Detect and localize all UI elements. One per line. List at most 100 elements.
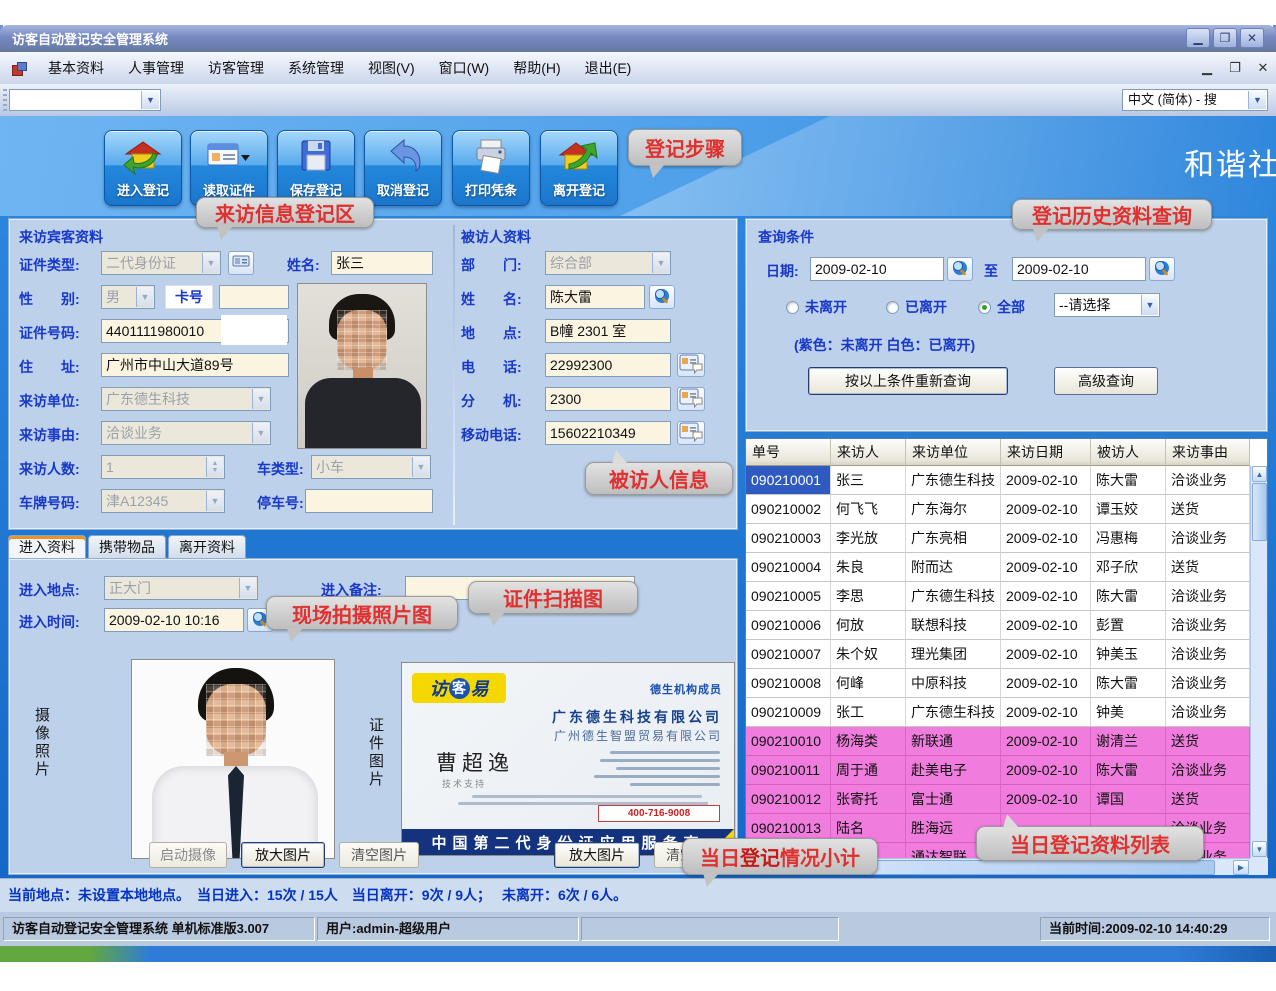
table-cell[interactable]: 谭国 <box>1091 785 1166 814</box>
table-cell[interactable]: 洽谈业务 <box>1166 466 1250 495</box>
mobile-input[interactable]: 15602210349 <box>545 421 671 445</box>
gender-combo[interactable]: 男 ▼ <box>101 285 155 309</box>
chevron-down-icon[interactable]: ▼ <box>206 491 223 511</box>
table-cell[interactable]: 2009-02-10 <box>1001 466 1091 495</box>
zoom-card-button[interactable]: 放大图片 <box>554 842 640 868</box>
chevron-down-icon[interactable]: ▼ <box>202 253 219 273</box>
table-cell[interactable]: 2009-02-10 <box>1001 756 1091 785</box>
table-cell[interactable]: 新联通 <box>906 727 1001 756</box>
table-cell[interactable]: 邓子欣 <box>1091 553 1166 582</box>
title-bar[interactable]: 访客自动登记安全管理系统 ▁ ❐ ✕ <box>0 25 1276 52</box>
table-cell[interactable]: 090210010 <box>746 727 831 756</box>
table-cell[interactable]: 陈大雷 <box>1091 582 1166 611</box>
date-from-input[interactable]: 2009-02-10 <box>810 257 944 281</box>
table-cell[interactable]: 何放 <box>831 611 906 640</box>
table-cell[interactable]: 洽谈业务 <box>1166 698 1250 727</box>
chevron-down-icon[interactable]: ▼ <box>412 457 429 477</box>
table-cell[interactable]: 陈大雷 <box>1091 756 1166 785</box>
table-row[interactable]: 090210008 何峰 中原科技 2009-02-10 陈大雷 洽谈业务 <box>746 669 1250 698</box>
column-header[interactable]: 单号 <box>746 439 831 466</box>
table-cell[interactable]: 2009-02-10 <box>1001 524 1091 553</box>
table-cell[interactable]: 送货 <box>1166 553 1250 582</box>
table-cell[interactable]: 2009-02-10 <box>1001 582 1091 611</box>
table-cell[interactable]: 送货 <box>1166 785 1250 814</box>
table-cell[interactable]: 090210004 <box>746 553 831 582</box>
dial-mobile-button[interactable] <box>677 421 705 445</box>
table-row[interactable]: 090210003 李光放 广东亮相 2009-02-10 冯惠梅 洽谈业务 <box>746 524 1250 553</box>
table-cell[interactable]: 朱个奴 <box>831 640 906 669</box>
menu-view[interactable]: 视图(V) <box>356 53 427 83</box>
cancel-register-button[interactable]: 取消登记 <box>364 130 442 206</box>
table-row[interactable]: 090210002 何飞飞 广东海尔 2009-02-10 谭玉姣 送货 <box>746 495 1250 524</box>
clear-photo-button[interactable]: 清空图片 <box>339 842 419 868</box>
table-cell[interactable]: 张工 <box>831 698 906 727</box>
table-cell[interactable]: 陈大雷 <box>1091 466 1166 495</box>
scroll-up-icon[interactable]: ▲ <box>1252 466 1267 482</box>
table-cell[interactable]: 2009-02-10 <box>1001 669 1091 698</box>
mdi-minimize-button[interactable]: ▁ <box>1196 58 1218 78</box>
vertical-scroll-thumb[interactable] <box>1252 483 1267 541</box>
plate-combo[interactable]: 津A12345 ▼ <box>101 489 225 513</box>
table-cell[interactable]: 中原科技 <box>906 669 1001 698</box>
table-cell[interactable]: 广东德生科技 <box>906 582 1001 611</box>
table-cell[interactable]: 090210005 <box>746 582 831 611</box>
table-cell[interactable]: 洽谈业务 <box>1166 611 1250 640</box>
quick-select-combo[interactable]: ▼ <box>9 89 161 111</box>
menu-system[interactable]: 系统管理 <box>276 53 356 83</box>
table-cell[interactable]: 谢清兰 <box>1091 727 1166 756</box>
table-cell[interactable]: 谭玉姣 <box>1091 495 1166 524</box>
table-row[interactable]: 090210012 张寄托 富士通 2009-02-10 谭国 送货 <box>746 785 1250 814</box>
visited-name-input[interactable]: 陈大雷 <box>545 285 645 309</box>
radio-not-left[interactable]: 未离开 <box>786 297 847 317</box>
tab-entry-data[interactable]: 进入资料 <box>8 535 86 559</box>
date-from-picker-button[interactable] <box>947 257 973 281</box>
date-to-picker-button[interactable] <box>1149 257 1175 281</box>
radio-icon[interactable] <box>886 301 899 314</box>
start-camera-button[interactable]: 启动摄像 <box>149 842 227 868</box>
menu-exit[interactable]: 退出(E) <box>573 53 644 83</box>
table-cell[interactable]: 彭置 <box>1091 611 1166 640</box>
table-cell[interactable]: 附而达 <box>906 553 1001 582</box>
table-cell[interactable]: 洽谈业务 <box>1166 756 1250 785</box>
table-cell[interactable]: 090210001 <box>746 466 831 495</box>
table-row[interactable]: 090210005 李思 广东德生科技 2009-02-10 陈大雷 洽谈业务 <box>746 582 1250 611</box>
column-header[interactable]: 来访人 <box>831 439 906 466</box>
table-cell[interactable]: 090210012 <box>746 785 831 814</box>
phone-input[interactable]: 22992300 <box>545 353 671 377</box>
radio-all[interactable]: 全部 <box>978 297 1025 317</box>
chevron-down-icon[interactable]: ▼ <box>252 389 269 409</box>
table-cell[interactable]: 钟美 <box>1091 698 1166 727</box>
table-cell[interactable]: 张寄托 <box>831 785 906 814</box>
language-combo[interactable]: 中文 (简体) - 搜 ▼ <box>1122 89 1268 111</box>
os-taskbar-strip[interactable] <box>0 946 1276 962</box>
column-header[interactable]: 来访单位 <box>906 439 1001 466</box>
scroll-down-icon[interactable]: ▼ <box>1252 841 1267 857</box>
menu-basic-data[interactable]: 基本资料 <box>36 53 116 83</box>
table-cell[interactable]: 理光集团 <box>906 640 1001 669</box>
table-cell[interactable]: 2009-02-10 <box>1001 727 1091 756</box>
chevron-down-icon[interactable]: ▼ <box>1141 295 1158 315</box>
table-cell[interactable]: 2009-02-10 <box>1001 785 1091 814</box>
chevron-down-icon[interactable]: ▼ <box>252 423 269 443</box>
table-cell[interactable]: 送货 <box>1166 727 1250 756</box>
ext-input[interactable]: 2300 <box>545 387 671 411</box>
table-cell[interactable]: 090210006 <box>746 611 831 640</box>
table-cell[interactable]: 张三 <box>831 466 906 495</box>
toolstrip-grip[interactable] <box>3 89 7 111</box>
table-row[interactable]: 090210006 何放 联想科技 2009-02-10 彭置 洽谈业务 <box>746 611 1250 640</box>
table-cell[interactable]: 何飞飞 <box>831 495 906 524</box>
column-header[interactable]: 来访日期 <box>1001 439 1091 466</box>
table-cell[interactable]: 朱良 <box>831 553 906 582</box>
restore-button[interactable]: ❐ <box>1213 28 1237 48</box>
table-cell[interactable]: 联想科技 <box>906 611 1001 640</box>
menu-help[interactable]: 帮助(H) <box>501 53 572 83</box>
table-row[interactable]: 090210007 朱个奴 理光集团 2009-02-10 钟美玉 洽谈业务 <box>746 640 1250 669</box>
table-cell[interactable]: 2009-02-10 <box>1001 698 1091 727</box>
table-row[interactable]: 090210004 朱良 附而达 2009-02-10 邓子欣 送货 <box>746 553 1250 582</box>
close-button[interactable]: ✕ <box>1240 28 1264 48</box>
table-row[interactable]: 090210011 周于通 赴美电子 2009-02-10 陈大雷 洽谈业务 <box>746 756 1250 785</box>
date-to-input[interactable]: 2009-02-10 <box>1012 257 1146 281</box>
leave-register-button[interactable]: 离开登记 <box>540 130 618 206</box>
table-cell[interactable]: 090210009 <box>746 698 831 727</box>
card-reader-button[interactable] <box>228 251 254 275</box>
